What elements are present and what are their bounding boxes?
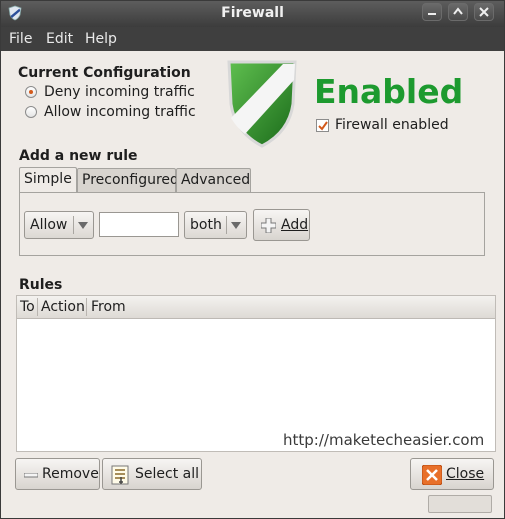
close-window-button[interactable]: [474, 3, 494, 21]
minimize-button[interactable]: [422, 3, 442, 21]
maximize-button[interactable]: [448, 3, 468, 21]
minus-icon: [24, 473, 38, 478]
rules-table[interactable]: To Action From: [16, 295, 496, 452]
add-label: Add: [281, 217, 309, 233]
select-all-icon: [111, 465, 129, 485]
chevron-down-icon: [231, 222, 241, 229]
allow-incoming-label: Allow incoming traffic: [44, 104, 196, 120]
column-separator: [86, 298, 87, 316]
rules-heading: Rules: [19, 277, 63, 293]
plus-icon: [261, 218, 276, 233]
action-value: Allow: [30, 217, 68, 233]
maximize-icon: [453, 7, 463, 15]
select-all-button[interactable]: Select all: [102, 458, 202, 490]
rules-table-header: To Action From: [17, 296, 495, 319]
combo-separator: [73, 216, 74, 234]
chevron-down-icon: [78, 222, 88, 229]
select-all-label: Select all: [135, 466, 199, 482]
firewall-status-text: Enabled: [314, 72, 464, 111]
close-button[interactable]: Close: [410, 458, 494, 490]
current-config-heading: Current Configuration: [18, 65, 191, 81]
remove-label: Remove: [42, 466, 99, 482]
resize-grip[interactable]: [428, 495, 492, 513]
tab-preconfigured[interactable]: Preconfigured: [77, 168, 179, 193]
firewall-enabled-checkbox[interactable]: [316, 119, 329, 132]
radio-unselected-icon: [25, 106, 37, 118]
shield-status-icon: [227, 60, 297, 148]
allow-incoming-radio[interactable]: Allow incoming traffic: [25, 103, 196, 121]
checkmark-icon: [318, 121, 328, 131]
menu-file[interactable]: File: [9, 31, 32, 47]
add-rule-heading: Add a new rule: [19, 148, 138, 164]
menu-help[interactable]: Help: [85, 31, 117, 47]
close-icon: [479, 7, 489, 17]
firewall-window: Firewall File Edit Help Current Configur…: [0, 0, 505, 519]
title-bar[interactable]: Firewall: [1, 1, 504, 27]
watermark-text: http://maketecheasier.com: [283, 431, 485, 449]
combo-separator: [226, 216, 227, 234]
protocol-value: both: [190, 217, 222, 233]
column-action[interactable]: Action: [41, 299, 85, 315]
menu-edit[interactable]: Edit: [46, 31, 73, 47]
column-separator: [37, 298, 38, 316]
deny-incoming-radio[interactable]: Deny incoming traffic: [25, 83, 195, 101]
add-rule-button[interactable]: Add: [253, 209, 310, 241]
column-from[interactable]: From: [91, 299, 126, 315]
remove-button[interactable]: Remove: [15, 458, 100, 490]
minimize-icon: [428, 13, 436, 15]
action-combo[interactable]: Allow: [24, 211, 94, 239]
radio-selected-icon: [25, 86, 37, 98]
firewall-enabled-label: Firewall enabled: [335, 117, 449, 133]
deny-incoming-label: Deny incoming traffic: [44, 84, 195, 100]
tab-simple[interactable]: Simple: [19, 167, 77, 193]
port-input[interactable]: [99, 212, 179, 237]
protocol-combo[interactable]: both: [184, 211, 247, 239]
menu-bar: File Edit Help: [1, 27, 504, 51]
tab-advanced[interactable]: Advanced: [176, 168, 251, 193]
close-label: Close: [446, 466, 485, 482]
close-x-icon: [422, 465, 442, 485]
column-to[interactable]: To: [20, 299, 35, 315]
